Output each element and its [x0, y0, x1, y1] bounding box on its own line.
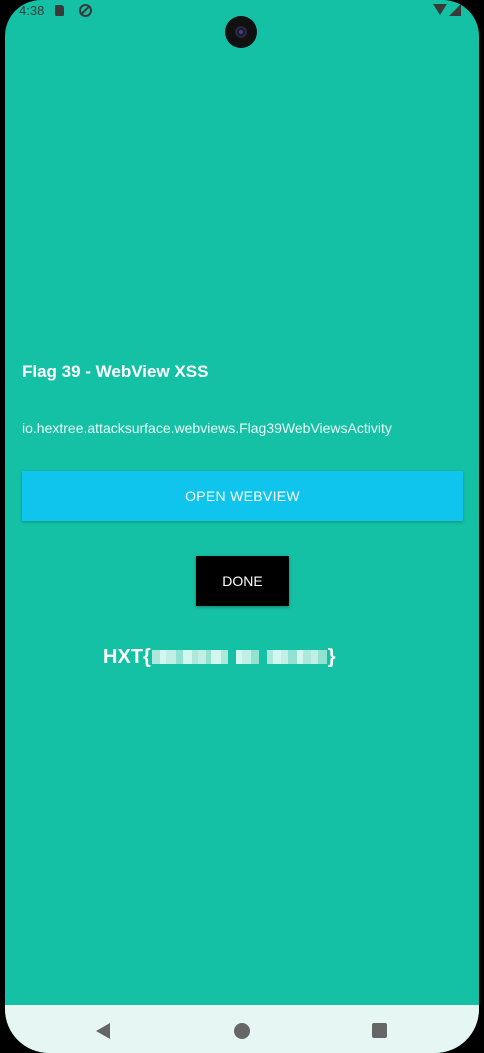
signal-icon	[449, 4, 461, 16]
wifi-icon	[433, 4, 447, 15]
flag-text: HXT{}	[103, 644, 336, 670]
front-camera	[225, 16, 257, 48]
camera-lens	[235, 26, 247, 38]
flag-redacted-value	[151, 647, 327, 667]
navigation-bar	[5, 1005, 479, 1053]
recents-icon[interactable]	[372, 1023, 387, 1038]
status-time: 4:38	[19, 3, 45, 18]
done-button[interactable]: DONE	[196, 556, 289, 606]
back-icon[interactable]	[96, 1023, 110, 1039]
open-webview-button[interactable]: OPEN WEBVIEW	[22, 471, 463, 521]
flag-prefix: HXT{	[103, 645, 151, 668]
app-screen: 4:38 Flag 39 - WebView XSS io.hextree.at…	[5, 0, 479, 1053]
sync-icon	[79, 4, 92, 17]
activity-class-name: io.hextree.attacksurface.webviews.Flag39…	[22, 420, 392, 436]
phone-frame: 4:38 Flag 39 - WebView XSS io.hextree.at…	[0, 0, 484, 1053]
flag-suffix: }	[327, 645, 336, 668]
page-title: Flag 39 - WebView XSS	[22, 362, 209, 381]
home-icon[interactable]	[234, 1023, 250, 1039]
sd-card-icon	[55, 5, 64, 16]
